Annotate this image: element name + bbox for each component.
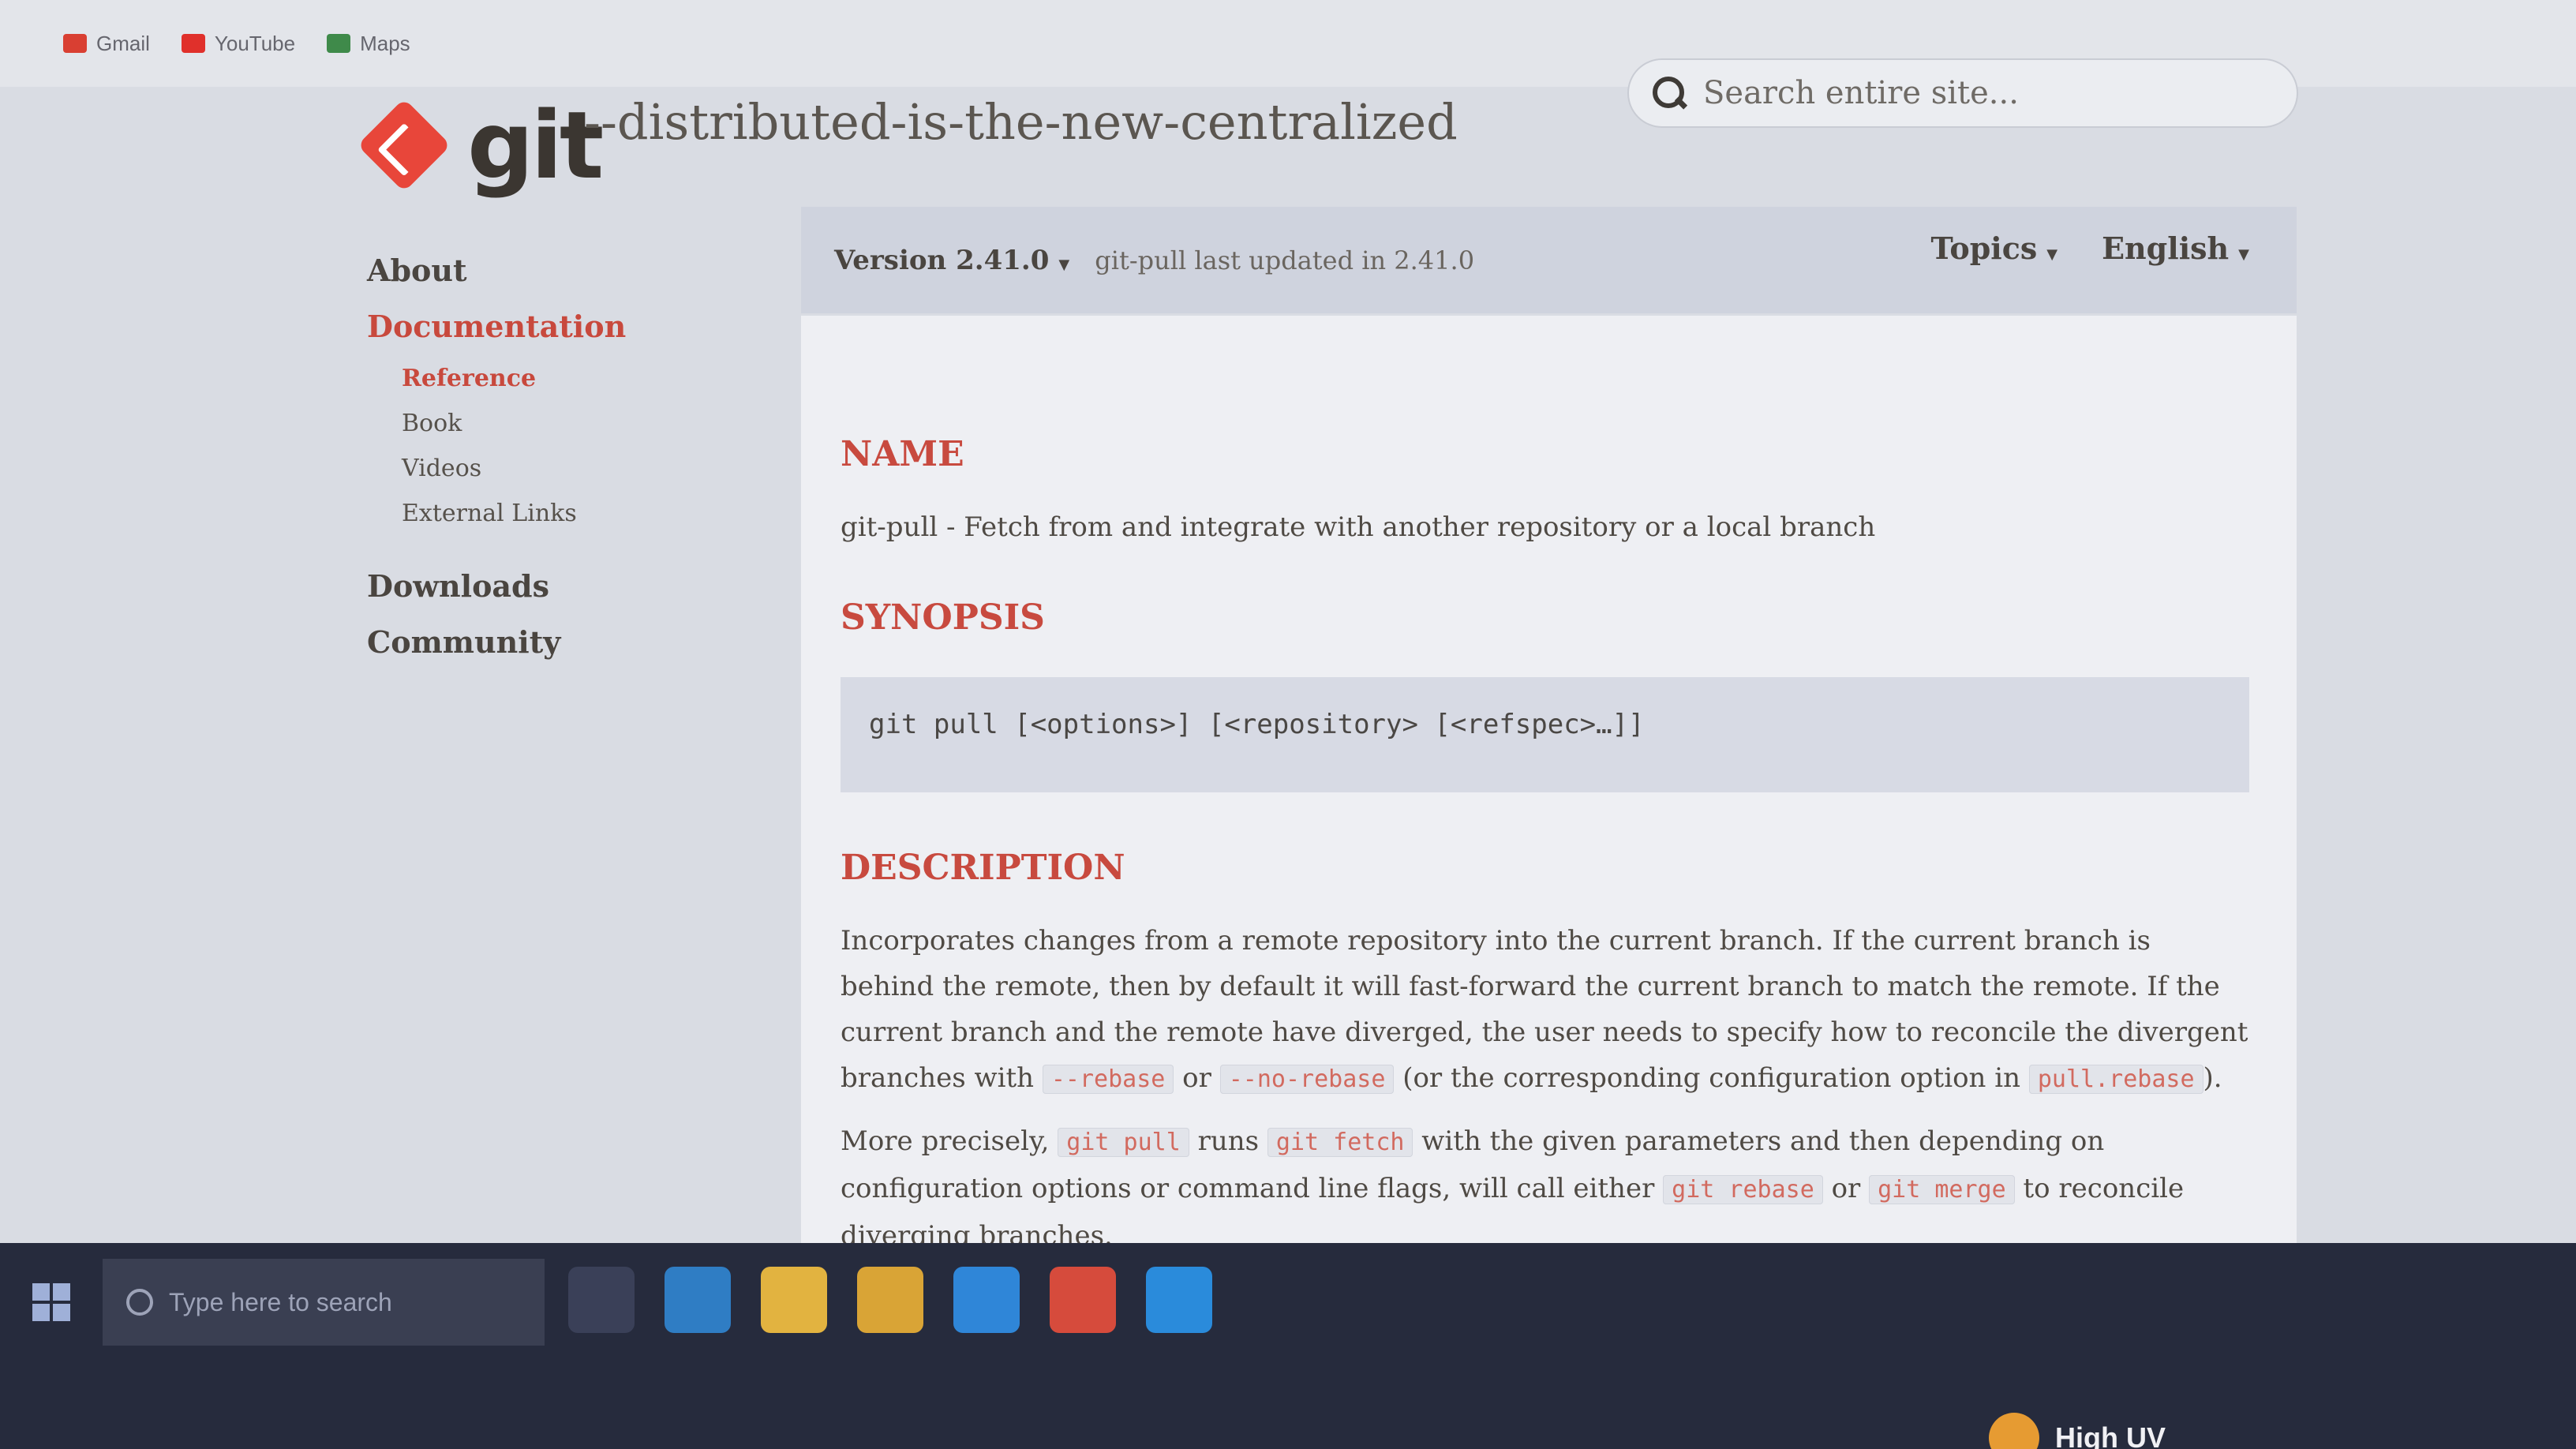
weather-widget[interactable]: High UV [1989, 1413, 2166, 1449]
maps-icon [327, 34, 351, 53]
git-logo-link[interactable]: git [357, 91, 604, 200]
synopsis-code: git pull [<options>] [<repository> [<ref… [841, 677, 2249, 792]
sidebar-item-documentation[interactable]: Documentation [367, 309, 626, 344]
bookmark-label: YouTube [214, 31, 296, 55]
windows-icon [53, 1304, 70, 1321]
inline-code: git pull [1058, 1128, 1189, 1157]
search-icon [126, 1289, 153, 1316]
language-label: English [2102, 230, 2230, 266]
text-run: or [1174, 1062, 1220, 1094]
store-icon[interactable] [857, 1267, 923, 1333]
gmail-icon [63, 34, 87, 53]
site-search[interactable] [1627, 58, 2298, 128]
bookmark-youtube[interactable]: YouTube [181, 31, 296, 56]
youtube-icon [181, 34, 205, 53]
inline-code: --no-rebase [1219, 1065, 1395, 1094]
taskbar-search-placeholder: Type here to search [169, 1287, 392, 1316]
last-updated-text: git-pull last updated in 2.41.0 [1095, 245, 1475, 275]
git-logo-icon [357, 98, 451, 193]
edge-icon[interactable] [665, 1267, 731, 1333]
taskbar-search[interactable]: Type here to search [103, 1259, 545, 1346]
sidebar-item-external-links[interactable]: External Links [402, 500, 626, 527]
sidebar-item-reference[interactable]: Reference [402, 365, 626, 392]
chevron-down-icon: ▼ [2046, 246, 2058, 263]
sidebar-item-book[interactable]: Book [402, 410, 626, 437]
bookmark-maps[interactable]: Maps [327, 32, 410, 56]
inline-code: git fetch [1267, 1128, 1413, 1157]
site-tagline: --distributed-is-the-new-centralized [584, 93, 1458, 151]
section-heading-name: NAME [841, 434, 964, 474]
bookmark-gmail[interactable]: Gmail [63, 32, 150, 56]
doc-content: NAME git-pull - Fetch from and integrate… [801, 316, 2297, 1342]
sidebar-item-downloads[interactable]: Downloads [367, 568, 626, 604]
inline-code: pull.rebase [2028, 1065, 2203, 1094]
sidebar-item-videos[interactable]: Videos [402, 455, 626, 482]
text-run: ). [2203, 1062, 2222, 1094]
description-paragraph: More precisely, git pull runs git fetch … [841, 1118, 2249, 1259]
sidebar-item-about[interactable]: About [367, 253, 626, 288]
bookmark-label: Maps [360, 31, 410, 55]
file-explorer-icon[interactable] [761, 1267, 827, 1333]
mail-icon[interactable] [953, 1267, 1020, 1333]
bookmark-label: Gmail [96, 31, 150, 55]
taskbar-apps [568, 1267, 1212, 1333]
description-paragraph: Incorporates changes from a remote repos… [841, 918, 2249, 1103]
version-bar: Version 2.41.0 ▼ git-pull last updated in… [801, 207, 2297, 313]
text-run: (or the corresponding configuration opti… [1394, 1062, 2029, 1094]
sidebar-item-community[interactable]: Community [367, 624, 626, 660]
windows-icon [32, 1304, 50, 1321]
text-run: or [1822, 1173, 1870, 1204]
section-heading-description: DESCRIPTION [841, 848, 1125, 888]
text-run: More precisely, [841, 1125, 1058, 1157]
inline-code: --rebase [1042, 1065, 1174, 1094]
vscode-icon[interactable] [1146, 1267, 1212, 1333]
inline-code: git rebase [1663, 1175, 1823, 1204]
text-run: runs [1189, 1125, 1267, 1157]
search-icon [1651, 75, 1687, 111]
language-dropdown[interactable]: English ▼ [2102, 230, 2249, 266]
sun-icon [1989, 1413, 2039, 1449]
version-label: Version 2.41.0 [834, 244, 1050, 276]
search-input[interactable] [1703, 75, 2256, 111]
logo-text: git [467, 91, 604, 200]
chevron-down-icon: ▼ [2238, 246, 2249, 263]
weather-text: High UV [2055, 1421, 2166, 1449]
task-view-icon[interactable] [568, 1267, 635, 1333]
windows-icon [32, 1283, 50, 1301]
windows-icon [53, 1283, 70, 1301]
chevron-down-icon: ▼ [1058, 256, 1070, 273]
section-heading-synopsis: SYNOPSIS [841, 597, 1045, 638]
chrome-icon[interactable] [1050, 1267, 1116, 1333]
inline-code: git merge [1869, 1175, 2015, 1204]
taskbar: Type here to search [0, 1243, 2576, 1449]
start-button[interactable] [0, 1259, 103, 1346]
sidebar-nav: About Documentation Reference Book Video… [367, 253, 626, 680]
name-text: git-pull - Fetch from and integrate with… [841, 511, 1876, 543]
version-dropdown[interactable]: Version 2.41.0 ▼ [834, 245, 1069, 276]
topics-dropdown[interactable]: Topics ▼ [1930, 230, 2057, 266]
topics-label: Topics [1930, 230, 2038, 266]
